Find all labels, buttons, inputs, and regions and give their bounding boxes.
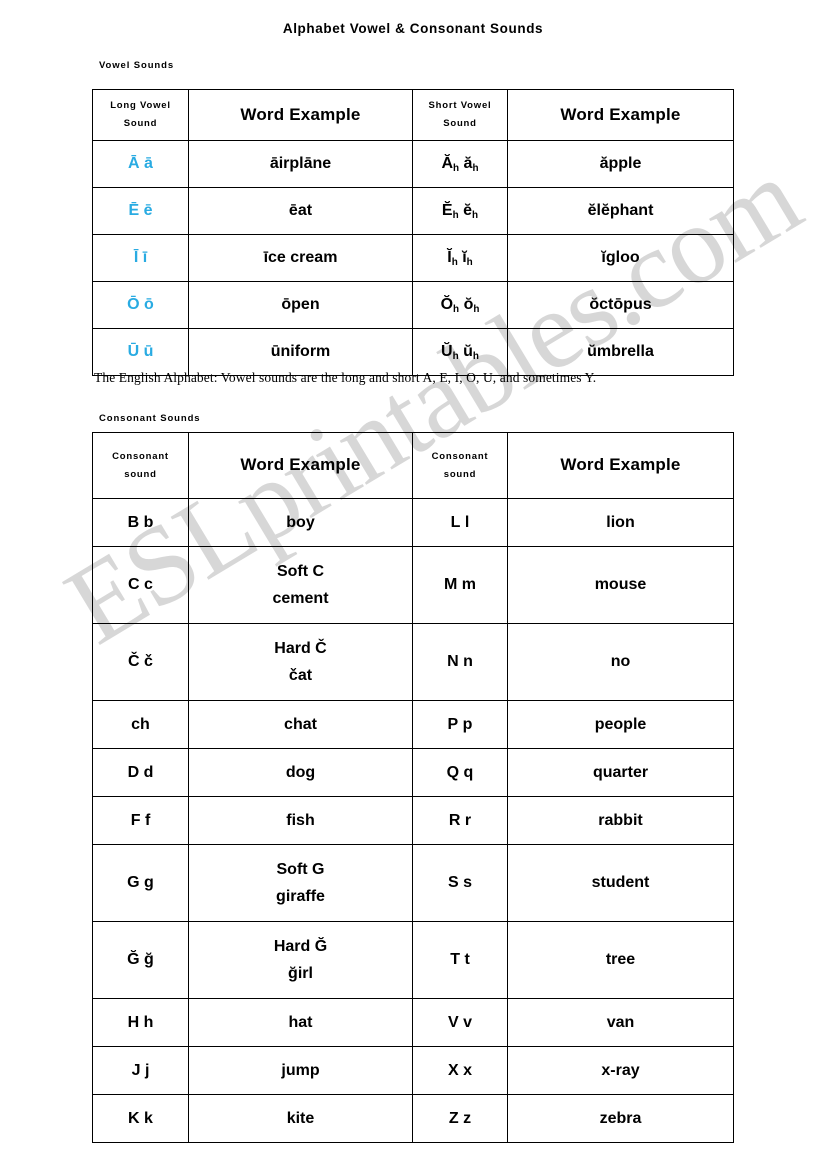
table-row: G g Soft Ggiraffe S s student (92, 844, 734, 922)
table-row: Ō ō ōpen Ŏh ŏh ŏctōpus (92, 281, 734, 329)
consonant-word-example-left: fish (188, 796, 413, 845)
long-vowel-word-example: ēat (188, 187, 413, 235)
consonant-word-example-right: quarter (507, 748, 734, 797)
consonant-sound-left: Č č (92, 623, 189, 701)
consonant-sound-left: F f (92, 796, 189, 845)
consonant-word-example-left: hat (188, 998, 413, 1047)
long-vowel-sound: Ō ō (92, 281, 189, 329)
table-row: D d dog Q q quarter (92, 748, 734, 797)
consonant-word-example-right: zebra (507, 1094, 734, 1143)
short-vowel-word-example: ŏctōpus (507, 281, 734, 329)
consonant-sound-right: N n (412, 623, 508, 701)
consonant-word-example-left: jump (188, 1046, 413, 1095)
consonant-sound-right: R r (412, 796, 508, 845)
consonant-sound-right: T t (412, 921, 508, 999)
table-row: ch chat P p people (92, 700, 734, 749)
consonant-word-example-left: boy (188, 498, 413, 547)
vowel-table-body: Ā ā āirplāne Ăh ăh ăpple Ē ē ēat Ĕh ĕh ĕlĕphant… (92, 140, 734, 376)
consonant-word-example-left: chat (188, 700, 413, 749)
consonant-word-example-right: no (507, 623, 734, 701)
consonant-sound-right: X x (412, 1046, 508, 1095)
consonant-table-body: B b boy L l lion C c Soft Ccement M m mouse Č čH… (92, 498, 734, 1143)
vowel-table-header-row: Long Vowel Sound Word Example Short Vowel… (92, 89, 734, 141)
vowel-sounds-table: Long Vowel Sound Word Example Short Vowel… (92, 89, 734, 376)
page-title: Alphabet Vowel & Consonant Sounds (282, 21, 544, 36)
consonant-word-example-right: van (507, 998, 734, 1047)
consonant-sound-right: M m (412, 546, 508, 624)
short-vowel-sound: Ŏh ŏh (412, 281, 508, 329)
consonant-sound-left: H h (92, 998, 189, 1047)
table-row: Ū ū ūniform Ŭh ŭh ŭmbrella (92, 328, 734, 376)
table-row: Ğ ğ Hard Ğğirl T t tree (92, 921, 734, 999)
consonant-word-example-right: student (507, 844, 734, 922)
short-vowel-sound: Ĕh ĕh (412, 187, 508, 235)
consonant-word-example-left: dog (188, 748, 413, 797)
consonant-sound-left: ch (92, 700, 189, 749)
table-row: H h hat V v van (92, 998, 734, 1047)
long-vowel-word-example: ōpen (188, 281, 413, 329)
consonant-sound-right: L l (412, 498, 508, 547)
table-row: C c Soft Ccement M m mouse (92, 546, 734, 624)
consonant-sound-right: S s (412, 844, 508, 922)
consonant-sound-left: C c (92, 546, 189, 624)
consonant-sound-left: K k (92, 1094, 189, 1143)
long-vowel-word-example: āirplāne (188, 140, 413, 188)
consonant-header-sound-1: Consonant sound (92, 432, 189, 499)
table-row: Ē ē ēat Ĕh ĕh ĕlĕphant (92, 187, 734, 235)
long-vowel-sound: Ū ū (92, 328, 189, 376)
vowel-header-word-example-1: Word Example (188, 89, 413, 141)
short-vowel-word-example: ĕlĕphant (507, 187, 734, 235)
vowel-header-long-sound: Long Vowel Sound (92, 89, 189, 141)
vowel-sounds-section-label: Vowel Sounds (99, 60, 175, 71)
consonant-word-example-left: Soft Ccement (188, 546, 413, 624)
consonant-word-example-right: tree (507, 921, 734, 999)
long-vowel-sound: Ī ī (92, 234, 189, 282)
vowel-header-word-example-2: Word Example (507, 89, 734, 141)
table-row: B b boy L l lion (92, 498, 734, 547)
long-vowel-sound: Ā ā (92, 140, 189, 188)
consonant-sound-left: B b (92, 498, 189, 547)
table-row: Č č Hard Ččat N n no (92, 623, 734, 701)
consonant-header-sound-2: Consonant sound (412, 432, 508, 499)
consonant-sound-left: G g (92, 844, 189, 922)
consonant-word-example-right: lion (507, 498, 734, 547)
consonant-sound-left: D d (92, 748, 189, 797)
consonant-sound-right: Q q (412, 748, 508, 797)
consonant-word-example-left: Soft Ggiraffe (188, 844, 413, 922)
vowel-caption: The English Alphabet: Vowel sounds are t… (94, 370, 597, 385)
consonant-word-example-right: people (507, 700, 734, 749)
table-row: J j jump X x x-ray (92, 1046, 734, 1095)
consonant-sound-left: J j (92, 1046, 189, 1095)
consonant-sound-right: Z z (412, 1094, 508, 1143)
consonant-word-example-right: x-ray (507, 1046, 734, 1095)
consonant-word-example-right: mouse (507, 546, 734, 624)
short-vowel-sound: Ăh ăh (412, 140, 508, 188)
table-row: Ī ī īce cream Ĭh ĭh ĭgloo (92, 234, 734, 282)
short-vowel-word-example: ŭmbrella (507, 328, 734, 376)
table-row: F f fish R r rabbit (92, 796, 734, 845)
consonant-header-word-example-2: Word Example (507, 432, 734, 499)
short-vowel-word-example: ĭgloo (507, 234, 734, 282)
consonant-sounds-section-label: Consonant Sounds (99, 413, 201, 424)
consonant-header-word-example-1: Word Example (188, 432, 413, 499)
table-row: Ā ā āirplāne Ăh ăh ăpple (92, 140, 734, 188)
table-row: K k kite Z z zebra (92, 1094, 734, 1143)
consonant-sound-right: P p (412, 700, 508, 749)
consonant-word-example-left: Hard Ğğirl (188, 921, 413, 999)
long-vowel-sound: Ē ē (92, 187, 189, 235)
consonant-table-header-row: Consonant sound Word Example Consonant sou… (92, 432, 734, 499)
consonant-sound-right: V v (412, 998, 508, 1047)
consonant-sound-left: Ğ ğ (92, 921, 189, 999)
consonant-sounds-table: Consonant sound Word Example Consonant sou… (92, 432, 734, 1143)
short-vowel-sound: Ĭh ĭh (412, 234, 508, 282)
short-vowel-sound: Ŭh ŭh (412, 328, 508, 376)
worksheet-page: ESLprintables.com Alphabet Vowel & Conso… (0, 0, 826, 1169)
consonant-word-example-left: kite (188, 1094, 413, 1143)
vowel-header-short-sound: Short Vowel Sound (412, 89, 508, 141)
short-vowel-word-example: ăpple (507, 140, 734, 188)
consonant-word-example-right: rabbit (507, 796, 734, 845)
consonant-word-example-left: Hard Ččat (188, 623, 413, 701)
long-vowel-word-example: ūniform (188, 328, 413, 376)
long-vowel-word-example: īce cream (188, 234, 413, 282)
